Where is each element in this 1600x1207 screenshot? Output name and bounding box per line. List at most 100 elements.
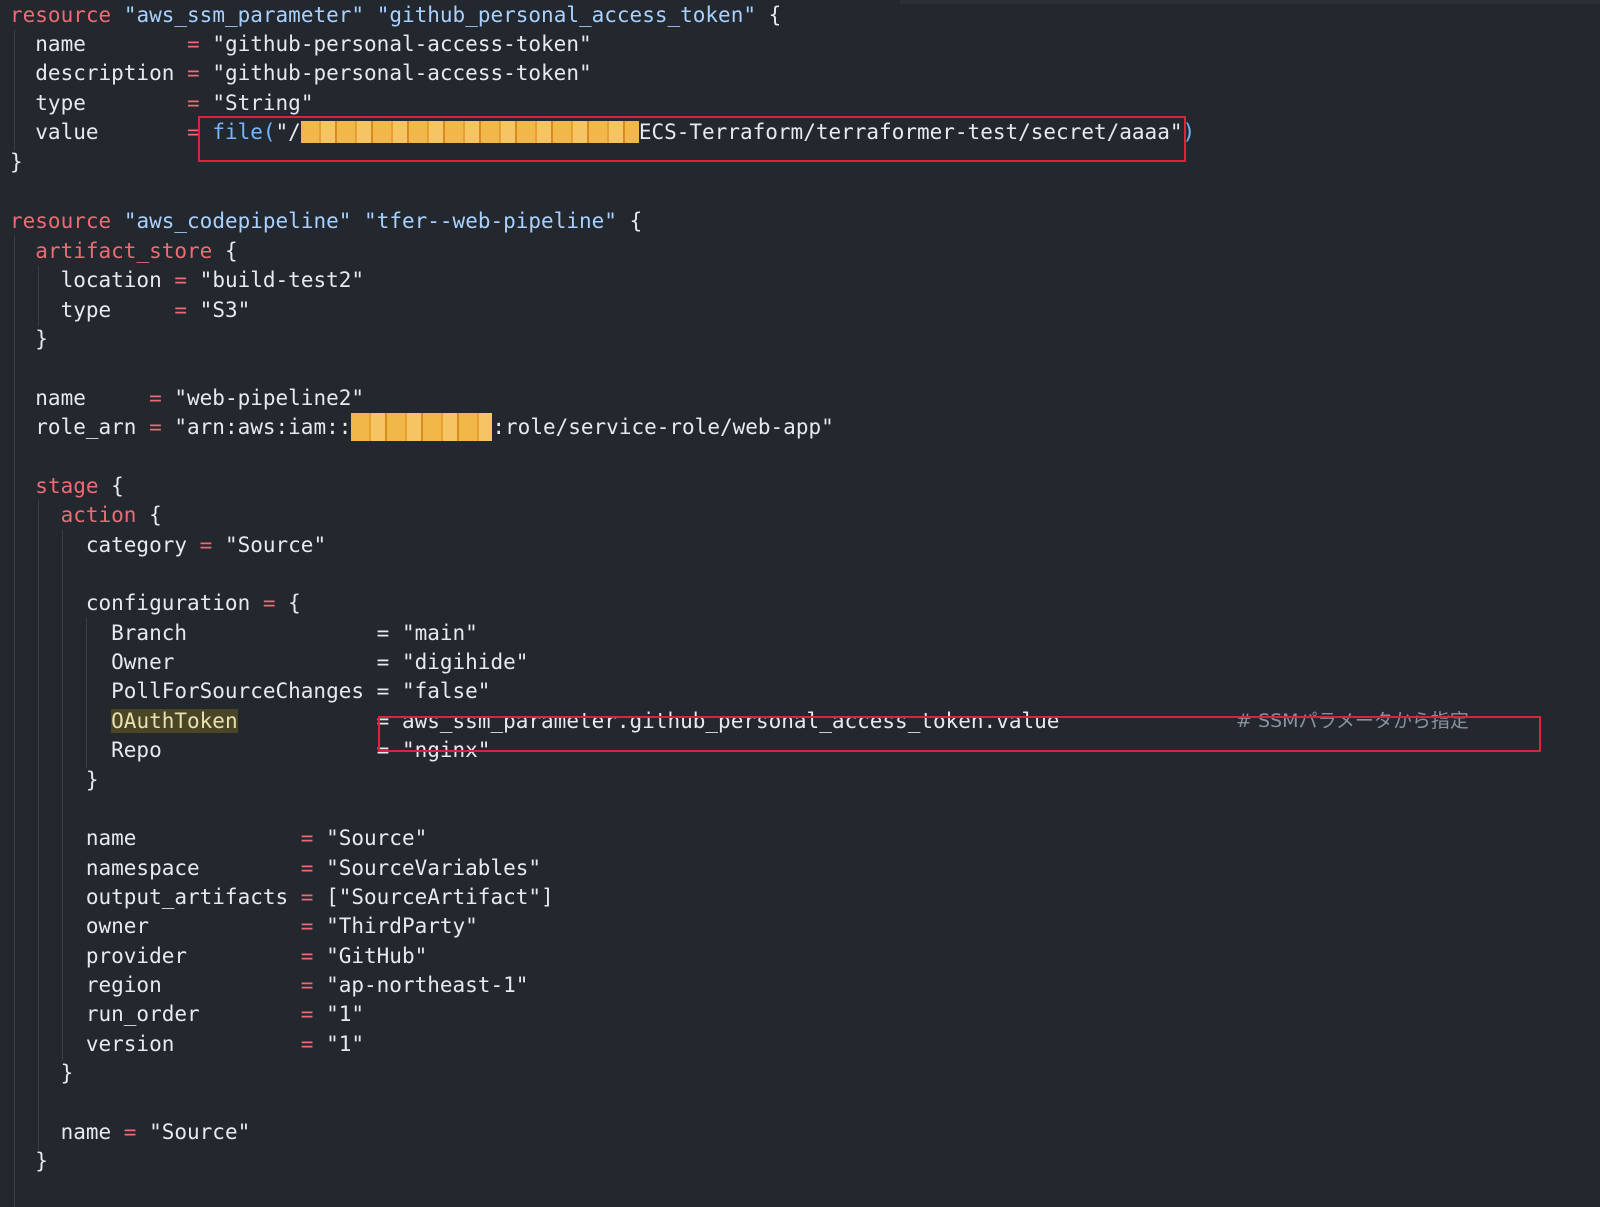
attr-key: value <box>10 120 188 144</box>
operator: = <box>376 679 402 703</box>
block-keyword: stage <box>35 474 99 498</box>
code-line: run_order = "1" <box>10 999 364 1029</box>
brace: } <box>10 150 23 174</box>
string-value: :role/service-role/web-app" <box>492 415 834 439</box>
string-value: "arn:aws:iam:: <box>174 415 352 439</box>
string-value: "build-test2" <box>199 268 365 292</box>
code-line: role_arn = "arn:aws:iam:::role/service-r… <box>10 412 834 442</box>
operator: = <box>300 885 327 909</box>
resource-name: "github_personal_access_token" <box>376 3 756 27</box>
attr-key: category <box>10 533 200 557</box>
code-line: provider = "GitHub" <box>10 941 427 971</box>
code-line: resource "aws_codepipeline" "tfer--web-p… <box>10 206 642 236</box>
operator: = <box>376 650 402 674</box>
brace: { <box>755 3 782 27</box>
string-value: "digihide" <box>401 650 529 674</box>
string-value: "main" <box>401 621 478 645</box>
code-line: location = "build-test2" <box>10 265 364 295</box>
code-line: type = "String" <box>10 88 313 118</box>
brace: { <box>98 474 124 498</box>
attr-key: namespace <box>10 856 301 880</box>
brace: } <box>10 1061 74 1085</box>
code-line: region = "ap-northeast-1" <box>10 970 529 1000</box>
resource-type: "aws_codepipeline" <box>123 209 352 233</box>
string-value: "github-personal-access-token" <box>212 61 592 85</box>
attr-key: role_arn <box>10 415 150 439</box>
attr-key: Repo <box>10 738 377 762</box>
code-line: stage { <box>10 471 124 501</box>
operator: = <box>187 91 213 115</box>
string-value: "web-pipeline2" <box>174 386 365 410</box>
string-value: "ap-northeast-1" <box>326 973 529 997</box>
block-keyword: action <box>60 503 137 527</box>
attr-key: name <box>10 386 150 410</box>
attr-key: Branch <box>10 621 377 645</box>
code-line: resource "aws_ssm_parameter" "github_per… <box>10 0 781 30</box>
attr-key: name <box>10 1120 124 1144</box>
string-value: "String" <box>212 91 314 115</box>
string-value: "false" <box>401 679 491 703</box>
code-line: name = "web-pipeline2" <box>10 383 364 413</box>
string-value: "SourceVariables" <box>326 856 542 880</box>
code-line: name = "github-personal-access-token" <box>10 29 591 59</box>
string-value: "Source" <box>149 1120 251 1144</box>
code-editor[interactable]: resource "aws_ssm_parameter" "github_per… <box>0 0 1600 1207</box>
code-line: } <box>10 1146 48 1176</box>
highlighted-attr-key: OAuthToken <box>111 709 238 733</box>
code-line: name = "Source" <box>10 823 427 853</box>
operator: = <box>187 32 213 56</box>
brace: { <box>136 503 162 527</box>
attr-key: run_order <box>10 1002 301 1026</box>
code-line: PollForSourceChanges = "false" <box>10 676 490 706</box>
code-line: owner = "ThirdParty" <box>10 911 478 941</box>
annotation-box-ssm-value <box>198 116 1186 162</box>
operator: = <box>300 826 327 850</box>
string-value: "ThirdParty" <box>326 914 478 938</box>
attr-key: type <box>10 298 175 322</box>
string-value: "Source" <box>326 826 428 850</box>
resource-type: "aws_ssm_parameter" <box>123 3 365 27</box>
resource-name: "tfer--web-pipeline" <box>364 209 617 233</box>
operator: = <box>262 591 289 615</box>
code-line: type = "S3" <box>10 295 251 325</box>
operator: = <box>300 1032 327 1056</box>
code-line: version = "1" <box>10 1029 364 1059</box>
brace: } <box>10 768 99 792</box>
keyword: resource <box>10 209 112 233</box>
code-line: output_artifacts = ["SourceArtifact"] <box>10 882 554 912</box>
string-value: "Source" <box>224 533 327 557</box>
code-line: category = "Source" <box>10 530 326 560</box>
code-line: configuration = { <box>10 588 301 618</box>
code-line: description = "github-personal-access-to… <box>10 58 592 88</box>
code-line: artifact_store { <box>10 236 237 266</box>
list-value: ["SourceArtifact"] <box>326 885 554 909</box>
attr-key: configuration <box>10 591 263 615</box>
string-value: "S3" <box>199 298 251 322</box>
code-line: } <box>10 765 99 795</box>
keyword: resource <box>10 3 112 27</box>
annotation-box-oauth-token <box>378 716 1541 752</box>
code-line: Owner = "digihide" <box>10 647 528 677</box>
operator: = <box>300 944 327 968</box>
attr-key: name <box>10 826 301 850</box>
code-line: name = "Source" <box>10 1117 251 1147</box>
brace: } <box>10 1149 48 1173</box>
operator: = <box>300 1002 327 1026</box>
redacted-account-id <box>351 413 493 441</box>
brace: { <box>288 591 301 615</box>
operator: = <box>149 415 175 439</box>
code-line: } <box>10 147 23 177</box>
operator: = <box>376 621 402 645</box>
attr-key: name <box>10 32 188 56</box>
operator: = <box>300 914 327 938</box>
attr-key: region <box>10 973 301 997</box>
attr-key: PollForSourceChanges <box>10 679 377 703</box>
operator: = <box>149 386 175 410</box>
code-line: namespace = "SourceVariables" <box>10 853 541 883</box>
block-keyword: artifact_store <box>35 239 213 263</box>
attr-key: output_artifacts <box>10 885 301 909</box>
attr-key: description <box>10 61 188 85</box>
attr-key: location <box>10 268 175 292</box>
operator: = <box>199 533 225 557</box>
attr-key: Owner <box>10 650 377 674</box>
